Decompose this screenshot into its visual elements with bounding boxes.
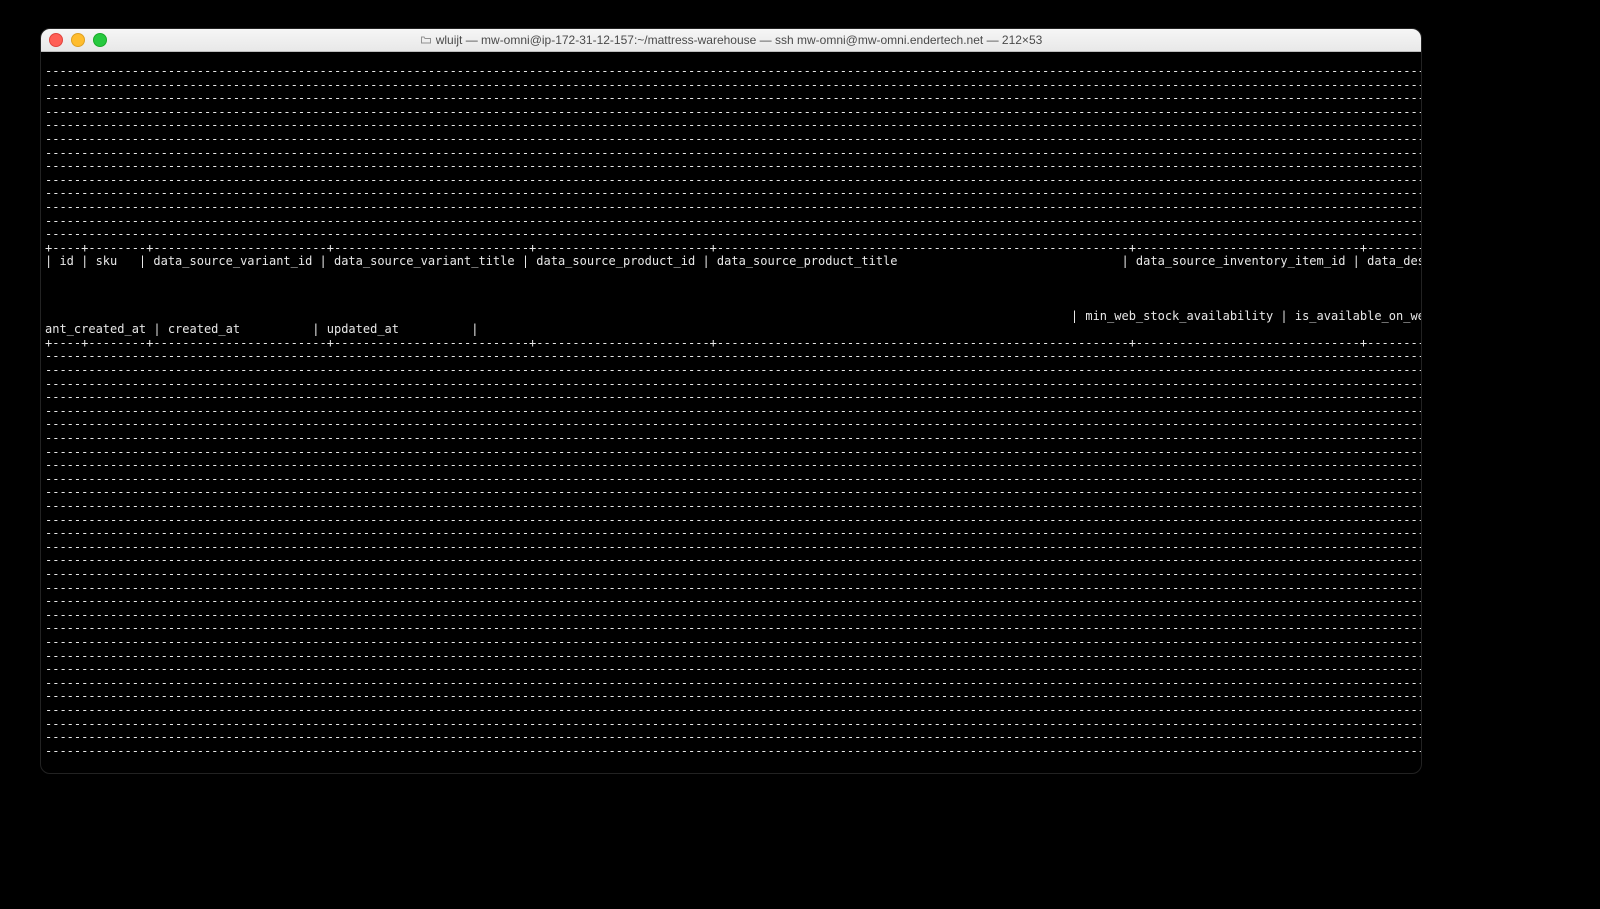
titlebar[interactable]: wluijt — mw-omni@ip-172-31-12-157:~/matt… [41, 29, 1421, 52]
window-title-text: wluijt — mw-omni@ip-172-31-12-157:~/matt… [436, 33, 1043, 47]
minimize-icon[interactable] [71, 33, 85, 47]
close-icon[interactable] [49, 33, 63, 47]
terminal-window: wluijt — mw-omni@ip-172-31-12-157:~/matt… [40, 28, 1422, 774]
folder-icon [420, 34, 432, 46]
window-title: wluijt — mw-omni@ip-172-31-12-157:~/matt… [41, 33, 1421, 47]
terminal-output[interactable]: ----------------------------------------… [41, 63, 1421, 761]
window-controls [49, 33, 107, 47]
zoom-icon[interactable] [93, 33, 107, 47]
